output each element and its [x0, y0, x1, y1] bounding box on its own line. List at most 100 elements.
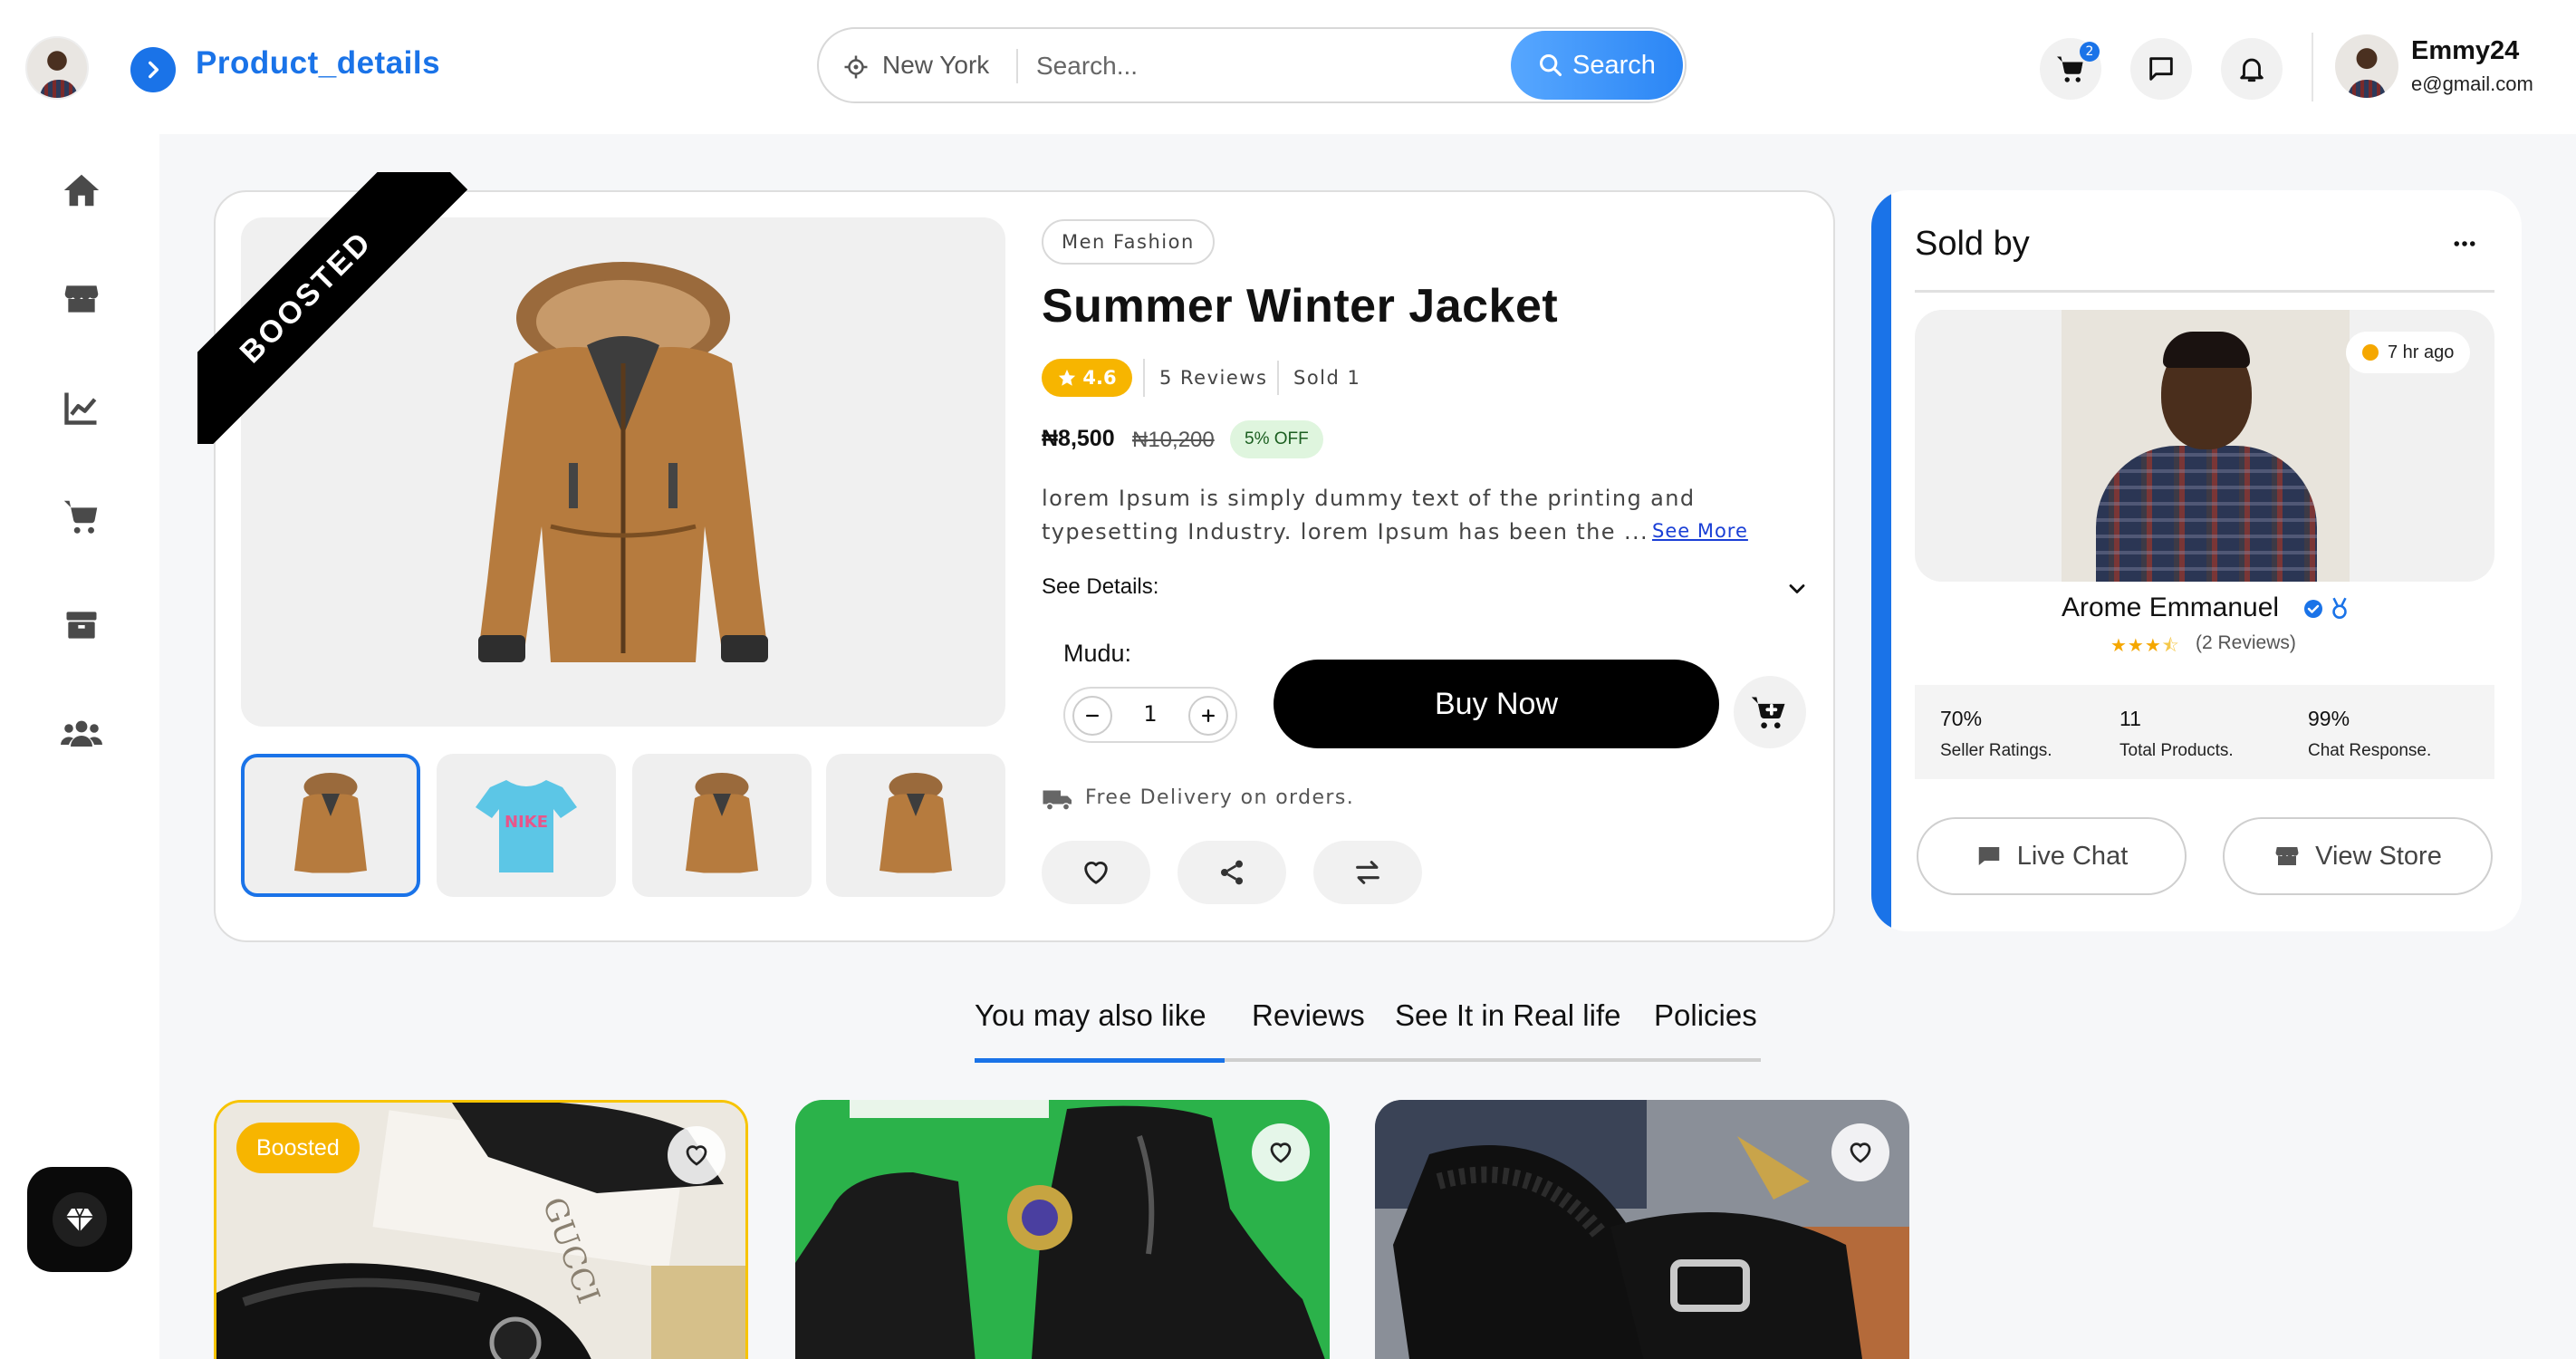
view-store-button[interactable]: View Store [2223, 817, 2493, 895]
location-label[interactable]: New York [882, 51, 989, 80]
heart-icon [1084, 862, 1108, 884]
add-to-cart-icon [1751, 697, 1785, 728]
home-icon [63, 174, 100, 207]
users-icon [61, 720, 102, 747]
price: ₦8,500 [1042, 426, 1115, 451]
store-icon [2275, 847, 2299, 865]
search-divider [1016, 49, 1018, 83]
thumbnail-2[interactable]: NIKE [437, 754, 616, 897]
tab-reviews[interactable]: Reviews [1252, 998, 1365, 1033]
user-email: e@gmail.com [2411, 72, 2533, 95]
search-input[interactable] [1036, 43, 1417, 89]
sidebar-item-users[interactable] [60, 712, 103, 756]
product-description: lorem Ipsum is simply dummy text of the … [1042, 486, 1696, 545]
jacket-image [478, 262, 768, 662]
croc-loafer-image [1375, 1100, 1909, 1359]
stat-label-products: Total Products. [2119, 741, 2234, 760]
seller-heading: Sold by [1915, 225, 2030, 263]
heart-icon [686, 1145, 707, 1166]
cart-button[interactable]: 2 [2040, 38, 2101, 100]
jacket-thumb-image [686, 773, 758, 873]
stat-value-products: 11 [2119, 707, 2141, 730]
jacket-thumb-image [879, 773, 952, 873]
stat-value-response: 99% [2308, 707, 2350, 730]
notifications-button[interactable] [2221, 38, 2283, 100]
active-tab-indicator [975, 1058, 1225, 1063]
boosted-badge: Boosted [236, 1123, 360, 1173]
quantity-label: Mudu: [1063, 640, 1132, 667]
thumbnail-3[interactable] [632, 754, 812, 897]
seller-reviews-count[interactable]: (2 Reviews) [2196, 632, 2296, 654]
seller-photo-shirt [2096, 446, 2317, 582]
tab-you-may-also-like[interactable]: You may also like [975, 998, 1206, 1033]
quantity-stepper: 1 [1063, 687, 1237, 743]
sidebar-item-store[interactable] [60, 277, 103, 321]
see-more-link[interactable]: See More [1652, 520, 1748, 542]
last-seen-badge: 7 hr ago [2346, 332, 2471, 373]
share-icon [1221, 860, 1243, 885]
rating-badge: 4.6 [1042, 359, 1132, 397]
chevron-right-icon[interactable] [130, 47, 176, 92]
reviews-count[interactable]: 5 Reviews [1159, 367, 1267, 389]
seller-name[interactable]: Arome Emmanuel [2062, 593, 2279, 623]
buy-now-button[interactable]: Buy Now [1274, 660, 1719, 748]
product-title: Summer Winter Jacket [1042, 280, 1559, 333]
sidebar-item-products[interactable] [60, 603, 103, 647]
product-card-3[interactable] [1375, 1100, 1909, 1359]
thumbnail-1[interactable] [241, 754, 420, 897]
product-card-2[interactable] [795, 1100, 1330, 1359]
delivery-info: Free Delivery on orders. [1085, 786, 1355, 809]
chat-icon [2149, 57, 2173, 81]
store-icon [64, 285, 99, 313]
premium-button[interactable] [27, 1167, 132, 1272]
chevron-down-icon[interactable] [1784, 576, 1810, 605]
add-to-cart-button[interactable] [1734, 676, 1806, 748]
jacket-thumb-image [294, 773, 367, 873]
box-icon [66, 612, 97, 639]
live-chat-label: Live Chat [2016, 841, 2129, 871]
share-button[interactable] [1177, 841, 1286, 904]
rating-value: 4.6 [1082, 367, 1117, 389]
category-pill[interactable]: Men Fashion [1042, 219, 1215, 265]
favorite-button[interactable] [668, 1126, 726, 1184]
rating-divider [1143, 359, 1145, 397]
compare-button[interactable] [1313, 841, 1422, 904]
tshirt-thumb-image: NIKE [476, 780, 577, 872]
tab-policies[interactable]: Policies [1654, 998, 1757, 1033]
analytics-icon [64, 392, 97, 425]
cart-count-badge: 2 [2080, 42, 2100, 62]
product-card-1[interactable]: GUCCI Boosted [214, 1100, 748, 1359]
user-avatar[interactable] [2335, 34, 2398, 98]
more-options-icon[interactable] [2451, 230, 2478, 261]
app-logo-avatar[interactable] [25, 36, 89, 100]
tab-see-it-in-real-life[interactable]: See It in Real life [1395, 998, 1620, 1033]
favorite-button[interactable] [1252, 1123, 1310, 1181]
seller-photo[interactable] [2062, 310, 2350, 582]
seller-divider [1915, 290, 2494, 293]
messages-button[interactable] [2130, 38, 2192, 100]
sidebar-item-home[interactable] [60, 169, 103, 212]
favorite-button[interactable] [1831, 1123, 1889, 1181]
star-icon [1059, 369, 1076, 386]
search-bar: New York Search [817, 27, 1687, 103]
sidebar-item-cart[interactable] [60, 495, 103, 538]
sidebar [0, 134, 159, 1359]
increment-button[interactable] [1188, 696, 1228, 736]
live-chat-button[interactable]: Live Chat [1917, 817, 2187, 895]
search-button[interactable]: Search [1511, 31, 1683, 100]
boosted-ribbon: BOOSTED [197, 172, 469, 444]
top-header: Product_details New York Search 2 Emmy24… [0, 0, 2576, 134]
diamond-icon [53, 1192, 107, 1247]
sidebar-item-analytics[interactable] [60, 386, 103, 429]
stat-label-response: Chat Response. [2308, 741, 2432, 760]
see-details-toggle[interactable]: See Details: [1042, 574, 1158, 600]
thumbnail-4[interactable] [826, 754, 1005, 897]
plus-icon [1202, 709, 1215, 722]
wishlist-button[interactable] [1042, 841, 1150, 904]
boosted-ribbon-label: BOOSTED [197, 172, 468, 444]
swap-icon [1356, 861, 1379, 884]
view-store-label: View Store [2315, 841, 2442, 871]
location-icon[interactable] [842, 53, 870, 84]
old-price: ₦10,200 [1132, 428, 1215, 452]
last-seen-text: 7 hr ago [2388, 342, 2455, 362]
